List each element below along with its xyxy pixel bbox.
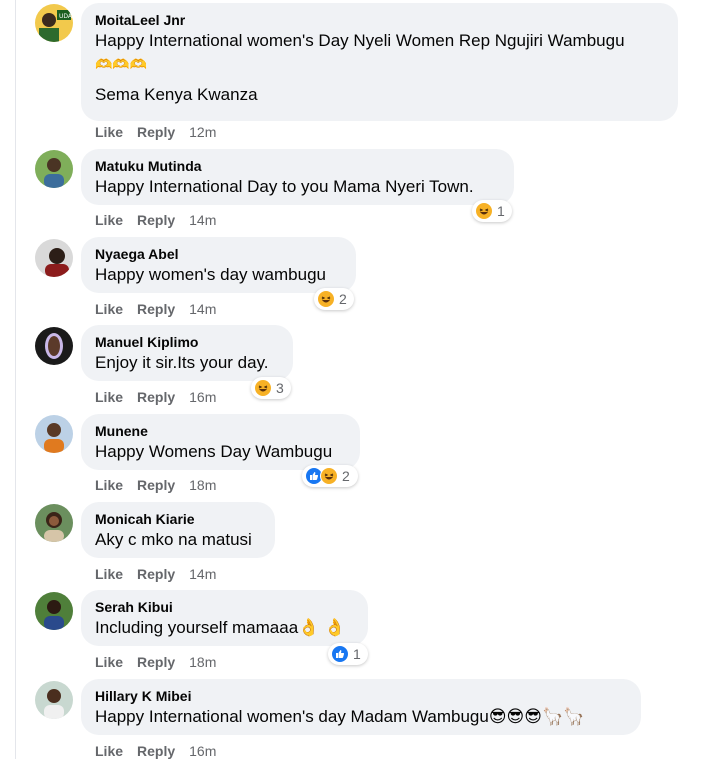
reaction-count: 3 [276, 380, 284, 396]
comment-text: Happy women's day wambugu [95, 265, 326, 284]
reply-link[interactable]: Reply [137, 389, 175, 405]
avatar[interactable] [35, 327, 73, 365]
comment-timestamp[interactable]: 16m [189, 743, 216, 759]
avatar[interactable] [35, 239, 73, 277]
comment-author[interactable]: Nyaega Abel [95, 245, 342, 263]
reply-link[interactable]: Reply [137, 743, 175, 759]
comment-bubble: Monicah Kiarie Aky c mko na matusi [81, 502, 275, 558]
comment-text: Enjoy it sir.Its your day. [95, 353, 269, 372]
comment-actions: Like Reply 12m [95, 124, 230, 140]
comment-timestamp[interactable]: 16m [189, 389, 216, 405]
reaction-summary[interactable]: 1 [472, 200, 512, 222]
haha-reaction-icon [320, 467, 338, 485]
svg-text:UDA: UDA [59, 13, 73, 20]
like-link[interactable]: Like [95, 212, 123, 228]
haha-reaction-icon [475, 202, 493, 220]
comment-timestamp[interactable]: 18m [189, 477, 216, 493]
like-link[interactable]: Like [95, 124, 123, 140]
comment-author[interactable]: Munene [95, 422, 346, 440]
avatar[interactable] [35, 415, 73, 453]
reply-link[interactable]: Reply [137, 654, 175, 670]
comment-actions: Like Reply 14m [95, 301, 230, 317]
reply-link[interactable]: Reply [137, 301, 175, 317]
avatar[interactable] [35, 592, 73, 630]
haha-reaction-icon [317, 290, 335, 308]
reply-link[interactable]: Reply [137, 124, 175, 140]
comment-text: Happy International Day to you Mama Nyer… [95, 177, 474, 196]
comment-actions: Like Reply 14m [95, 212, 230, 228]
reaction-summary[interactable]: 2 [314, 288, 354, 310]
comment-author[interactable]: Monicah Kiarie [95, 510, 261, 528]
reply-link[interactable]: Reply [137, 212, 175, 228]
comment-bubble: Hillary K Mibei Happy International wome… [81, 679, 641, 735]
comment-text: Including yourself mamaaa👌 👌 [95, 618, 346, 637]
comment-author[interactable]: MoitaLeel Jnr [95, 11, 664, 29]
comment-text-line-2: Sema Kenya Kwanza [95, 85, 258, 104]
thread-divider [15, 0, 16, 759]
avatar[interactable] [35, 150, 73, 188]
avatar[interactable]: UDA [35, 4, 73, 42]
comment-author[interactable]: Manuel Kiplimo [95, 333, 279, 351]
comment-bubble: Serah Kibui Including yourself mamaaa👌 👌 [81, 590, 368, 646]
reply-link[interactable]: Reply [137, 566, 175, 582]
reaction-summary[interactable]: 1 [328, 643, 368, 665]
comment-timestamp[interactable]: 14m [189, 566, 216, 582]
reaction-count: 2 [342, 468, 350, 484]
comment-timestamp[interactable]: 18m [189, 654, 216, 670]
comment-bubble: Matuku Mutinda Happy International Day t… [81, 149, 514, 205]
reaction-count: 2 [339, 291, 347, 307]
comment-bubble: Munene Happy Womens Day Wambugu [81, 414, 360, 470]
reply-link[interactable]: Reply [137, 477, 175, 493]
like-link[interactable]: Like [95, 743, 123, 759]
reaction-count: 1 [497, 203, 505, 219]
comment-bubble: MoitaLeel Jnr Happy International women'… [81, 3, 678, 121]
like-link[interactable]: Like [95, 654, 123, 670]
comment-bubble: Nyaega Abel Happy women's day wambugu [81, 237, 356, 293]
comment-author[interactable]: Hillary K Mibei [95, 687, 627, 705]
avatar[interactable] [35, 504, 73, 542]
like-link[interactable]: Like [95, 566, 123, 582]
like-link[interactable]: Like [95, 477, 123, 493]
comment-text: Aky c mko na matusi [95, 530, 252, 549]
comment-bubble: Manuel Kiplimo Enjoy it sir.Its your day… [81, 325, 293, 381]
comment-actions: Like Reply 18m [95, 477, 230, 493]
comment-timestamp[interactable]: 14m [189, 212, 216, 228]
comment-actions: Like Reply 16m [95, 389, 230, 405]
reaction-summary[interactable]: 3 [251, 377, 291, 399]
haha-reaction-icon [254, 379, 272, 397]
comment-timestamp[interactable]: 14m [189, 301, 216, 317]
comment-timestamp[interactable]: 12m [189, 124, 216, 140]
like-reaction-icon [331, 645, 349, 663]
reaction-summary[interactable]: 2 [302, 465, 358, 487]
avatar[interactable] [35, 681, 73, 719]
comment-text: Happy International women's Day Nyeli Wo… [95, 31, 625, 50]
like-link[interactable]: Like [95, 301, 123, 317]
comment-text: Happy International women's day Madam Wa… [95, 707, 585, 726]
comment-actions: Like Reply 16m [95, 743, 230, 759]
comment-author[interactable]: Matuku Mutinda [95, 157, 500, 175]
comment-text: Happy Womens Day Wambugu [95, 442, 333, 461]
comment-actions: Like Reply 18m [95, 654, 230, 670]
reaction-count: 1 [353, 646, 361, 662]
like-link[interactable]: Like [95, 389, 123, 405]
comment-actions: Like Reply 14m [95, 566, 230, 582]
comment-emoji-line: 🫶🫶🫶 [95, 56, 148, 72]
comment-author[interactable]: Serah Kibui [95, 598, 354, 616]
